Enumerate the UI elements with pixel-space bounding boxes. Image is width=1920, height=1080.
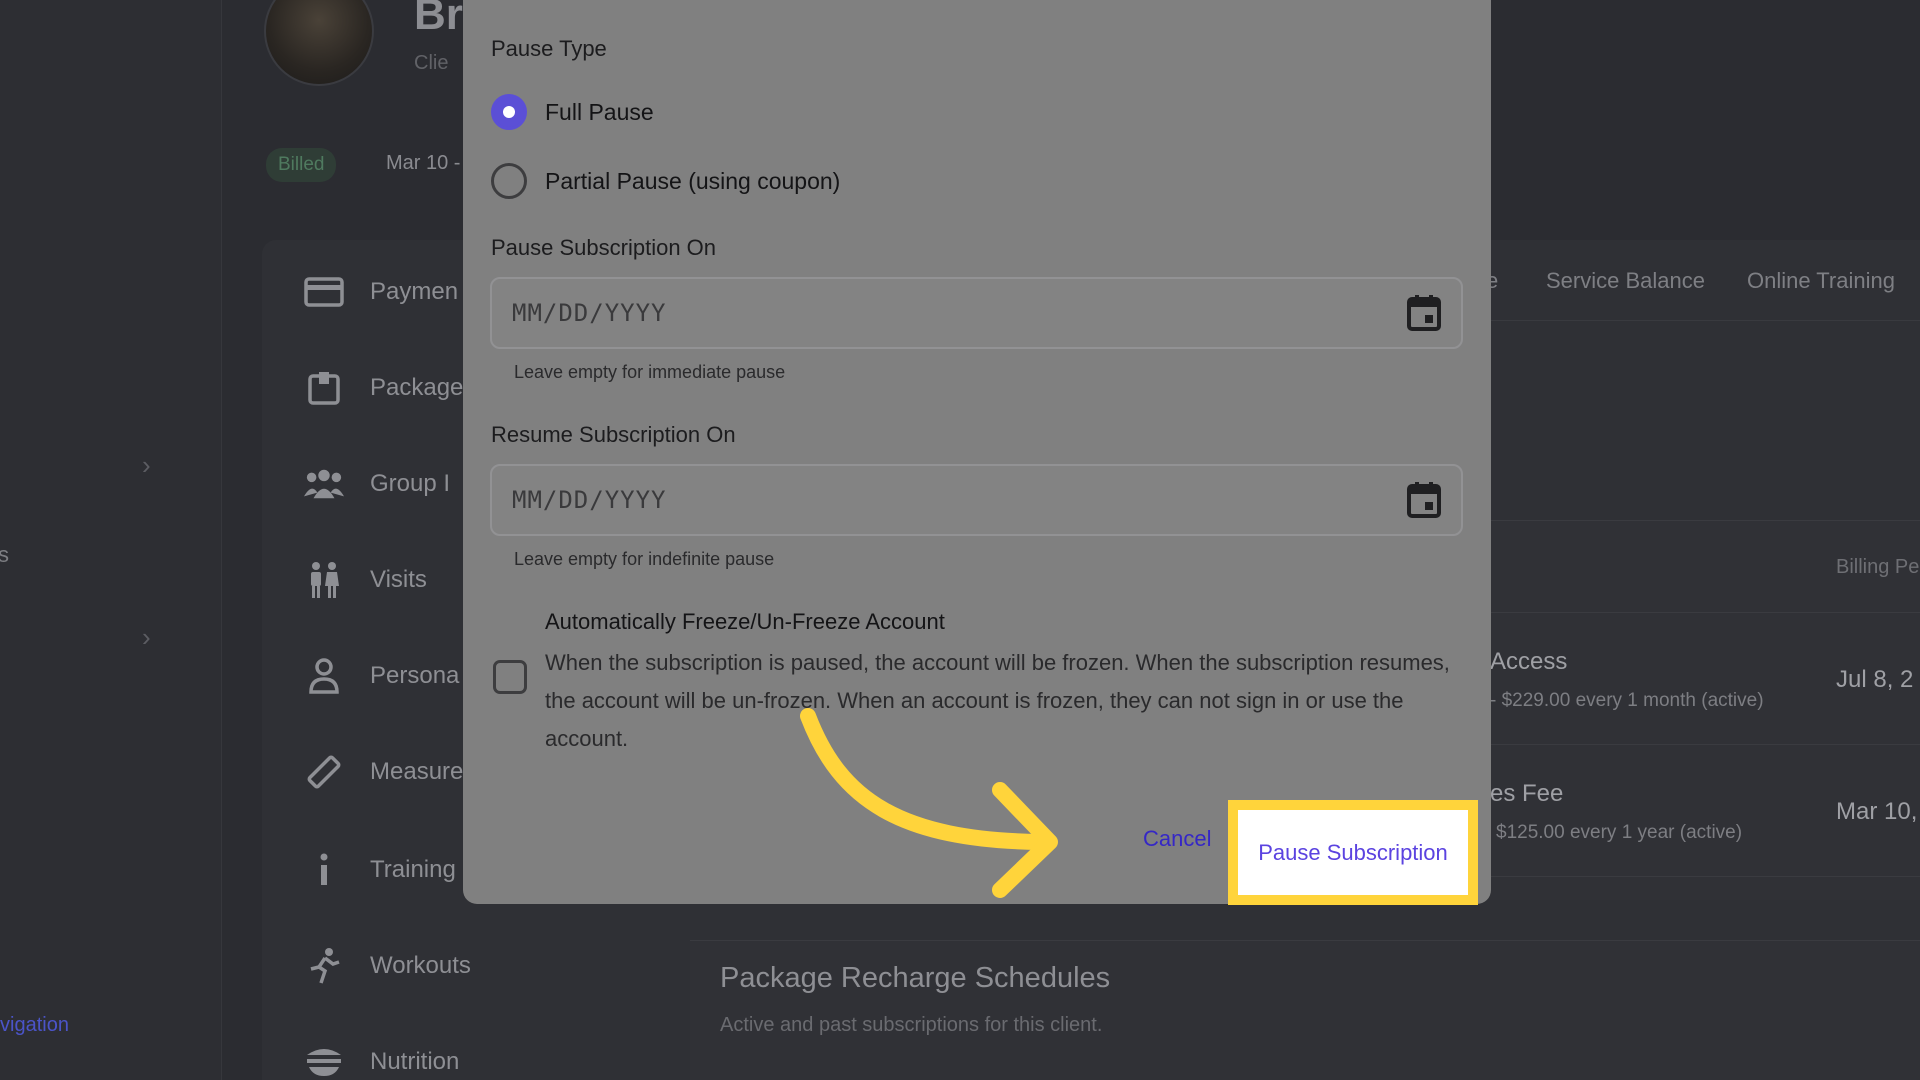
recharge-card bbox=[690, 940, 1920, 1080]
left-navigation: s › › vigation bbox=[0, 0, 222, 1080]
avatar bbox=[264, 0, 374, 86]
row-date: Jul 8, 2 bbox=[1836, 666, 1914, 693]
menu-item-personal[interactable]: Persona bbox=[304, 656, 459, 696]
radio-button[interactable] bbox=[491, 94, 527, 130]
credit-card-icon bbox=[304, 272, 344, 312]
menu-item-workouts[interactable]: Workouts bbox=[304, 946, 471, 986]
menu-item-label: Group I bbox=[370, 470, 451, 497]
recharge-subtitle: Active and past subscriptions for this c… bbox=[720, 1014, 1103, 1036]
menu-item-label: Workouts bbox=[370, 952, 471, 979]
menu-item-visits[interactable]: Visits bbox=[304, 560, 427, 600]
menu-item-label: Paymen bbox=[370, 278, 459, 305]
resume-on-input[interactable] bbox=[512, 486, 1407, 514]
menu-item-training[interactable]: Training bbox=[304, 850, 456, 890]
package-icon bbox=[304, 368, 344, 408]
menu-item-nutrition[interactable]: Nutrition bbox=[304, 1042, 459, 1080]
group-icon bbox=[304, 464, 344, 504]
radio-button[interactable] bbox=[491, 163, 527, 199]
info-icon bbox=[304, 850, 344, 890]
tab-bar: Service Balance Online Training bbox=[1546, 268, 1895, 294]
person-icon bbox=[304, 656, 344, 696]
menu-item-label: Nutrition bbox=[370, 1048, 460, 1075]
pause-on-field[interactable] bbox=[490, 277, 1463, 349]
recharge-title: Package Recharge Schedules bbox=[720, 962, 1111, 994]
menu-item-measurements[interactable]: Measure bbox=[304, 752, 463, 792]
menu-item-group[interactable]: Group I bbox=[304, 464, 450, 504]
pause-subscription-dialog: Pause Type Full Pause Partial Pause (usi… bbox=[463, 0, 1491, 905]
menu-item-payments[interactable]: Paymen bbox=[304, 272, 458, 312]
radio-label: Full Pause bbox=[545, 98, 654, 125]
row-subtitle: - $229.00 every 1 month (active) bbox=[1490, 690, 1764, 711]
freeze-account-description: When the subscription is paused, the acc… bbox=[545, 650, 1450, 751]
menu-item-packages[interactable]: Package bbox=[304, 368, 463, 408]
calendar-icon[interactable] bbox=[1407, 482, 1441, 518]
tab-online-training[interactable]: Online Training bbox=[1747, 268, 1895, 294]
menu-item-label: Visits bbox=[370, 566, 427, 593]
client-role: Clie bbox=[414, 52, 449, 74]
calendar-icon[interactable] bbox=[1407, 295, 1441, 331]
chevron-right-icon[interactable]: › bbox=[142, 450, 151, 481]
row-title: es Fee bbox=[1490, 780, 1564, 807]
resume-on-field[interactable] bbox=[490, 464, 1463, 536]
chevron-right-icon[interactable]: › bbox=[142, 622, 151, 653]
resume-on-helper: Leave empty for indefinite pause bbox=[514, 549, 775, 569]
left-nav-text-fragment: s bbox=[0, 542, 9, 567]
bowl-icon bbox=[304, 1042, 344, 1080]
cancel-button[interactable]: Cancel bbox=[1143, 826, 1211, 852]
menu-item-label: Persona bbox=[370, 662, 460, 689]
row-title: Access bbox=[1490, 648, 1568, 675]
freeze-account-title: Automatically Freeze/Un-Freeze Account bbox=[545, 609, 945, 634]
menu-item-label: Measure bbox=[370, 758, 464, 785]
pause-on-helper: Leave empty for immediate pause bbox=[514, 362, 786, 382]
radio-partial-pause[interactable]: Partial Pause (using coupon) bbox=[491, 163, 840, 199]
pause-on-input[interactable] bbox=[512, 299, 1407, 327]
pause-type-label: Pause Type bbox=[491, 36, 607, 61]
column-header-billing-period: Billing Pe bbox=[1836, 556, 1920, 578]
ruler-icon bbox=[304, 752, 344, 792]
menu-item-label: Training bbox=[370, 856, 456, 883]
navigation-link[interactable]: vigation bbox=[0, 1014, 69, 1037]
client-name: Br bbox=[414, 0, 463, 39]
freeze-account-checkbox[interactable] bbox=[493, 660, 527, 694]
row-date: Mar 10, bbox=[1836, 798, 1918, 825]
pause-subscription-button[interactable]: Pause Subscription bbox=[1248, 818, 1458, 888]
billing-date: Mar 10 - bbox=[386, 152, 461, 174]
running-icon bbox=[304, 946, 344, 986]
menu-item-label: Package bbox=[370, 374, 464, 401]
tab-service-balance[interactable]: Service Balance bbox=[1546, 268, 1705, 294]
pause-on-label: Pause Subscription On bbox=[491, 235, 717, 260]
resume-on-label: Resume Subscription On bbox=[491, 422, 736, 447]
status-badge: Billed bbox=[266, 148, 337, 182]
radio-full-pause[interactable]: Full Pause bbox=[491, 94, 654, 130]
row-subtitle: $125.00 every 1 year (active) bbox=[1496, 822, 1743, 843]
radio-label: Partial Pause (using coupon) bbox=[545, 167, 841, 194]
visits-icon bbox=[304, 560, 344, 600]
